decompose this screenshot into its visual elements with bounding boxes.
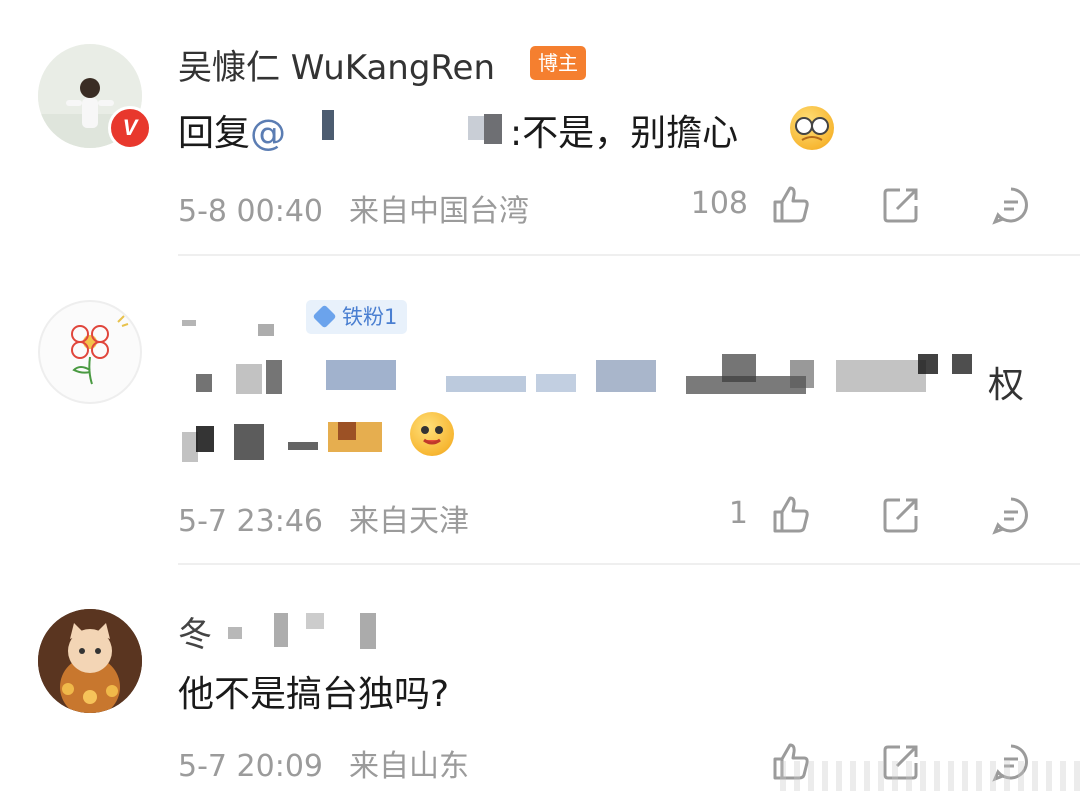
comment-item: V 吴慷仁 WuKangRen 博主 回复@ :不是，别擔心 5-8 00:40… [0,0,1080,255]
like-count: 1 [728,496,748,531]
comment-item: 冬 他不是搞台独吗? 5-7 20:09 来自山东 [0,565,1080,809]
fan-badge: 铁粉1 [306,300,408,334]
comment-icon[interactable] [990,494,1032,536]
blurred-comment-line [196,354,1036,404]
comment-text: 他不是搞台独吗? [178,674,450,715]
like-icon[interactable] [770,184,812,226]
blurred-username [220,609,390,649]
blurred-comment-line [178,416,408,468]
comment-item: 铁粉1 权 5-7 23:46 来自天津 1 [0,256,1080,564]
repost-icon[interactable] [880,184,922,226]
comment-text: 权 [988,365,1025,406]
comment-text-tail: :不是，别擔心 [510,113,739,154]
comment-icon[interactable] [990,184,1032,226]
comment-location: 来自中国台湾 [349,194,529,229]
like-icon[interactable] [770,494,812,536]
comment-location: 来自天津 [349,504,469,539]
comment-location: 来自山东 [349,749,469,784]
comment-time: 5-7 23:46 [178,504,323,539]
verified-icon: V [108,106,152,150]
author-name[interactable]: 吴慷仁 WuKangRen [178,40,495,89]
comment-meta: 5-8 00:40 来自中国台湾 [178,186,529,230]
comment-text: 回复@ [178,104,286,156]
avatar[interactable] [38,300,142,404]
watermark-overlay [780,761,1080,791]
author-name[interactable]: 冬 [178,607,212,656]
like-count: 108 [690,186,748,221]
emoji-icon [790,106,834,150]
blurred-username [178,312,298,352]
mention-link[interactable]: @ [250,113,286,154]
blogger-badge: 博主 [530,46,586,80]
comment-meta: 5-7 23:46 来自天津 [178,496,469,540]
cat-avatar [38,609,142,713]
blurred-username [318,110,518,144]
comment-meta: 5-7 20:09 来自山东 [178,741,469,785]
diamond-icon [312,304,337,329]
flower-avatar [71,315,129,385]
repost-icon[interactable] [880,494,922,536]
emoji-icon [410,412,454,456]
comment-time: 5-8 00:40 [178,194,323,229]
reply-prefix: 回复 [178,113,251,154]
comment-time: 5-7 20:09 [178,749,323,784]
avatar[interactable] [38,609,142,713]
